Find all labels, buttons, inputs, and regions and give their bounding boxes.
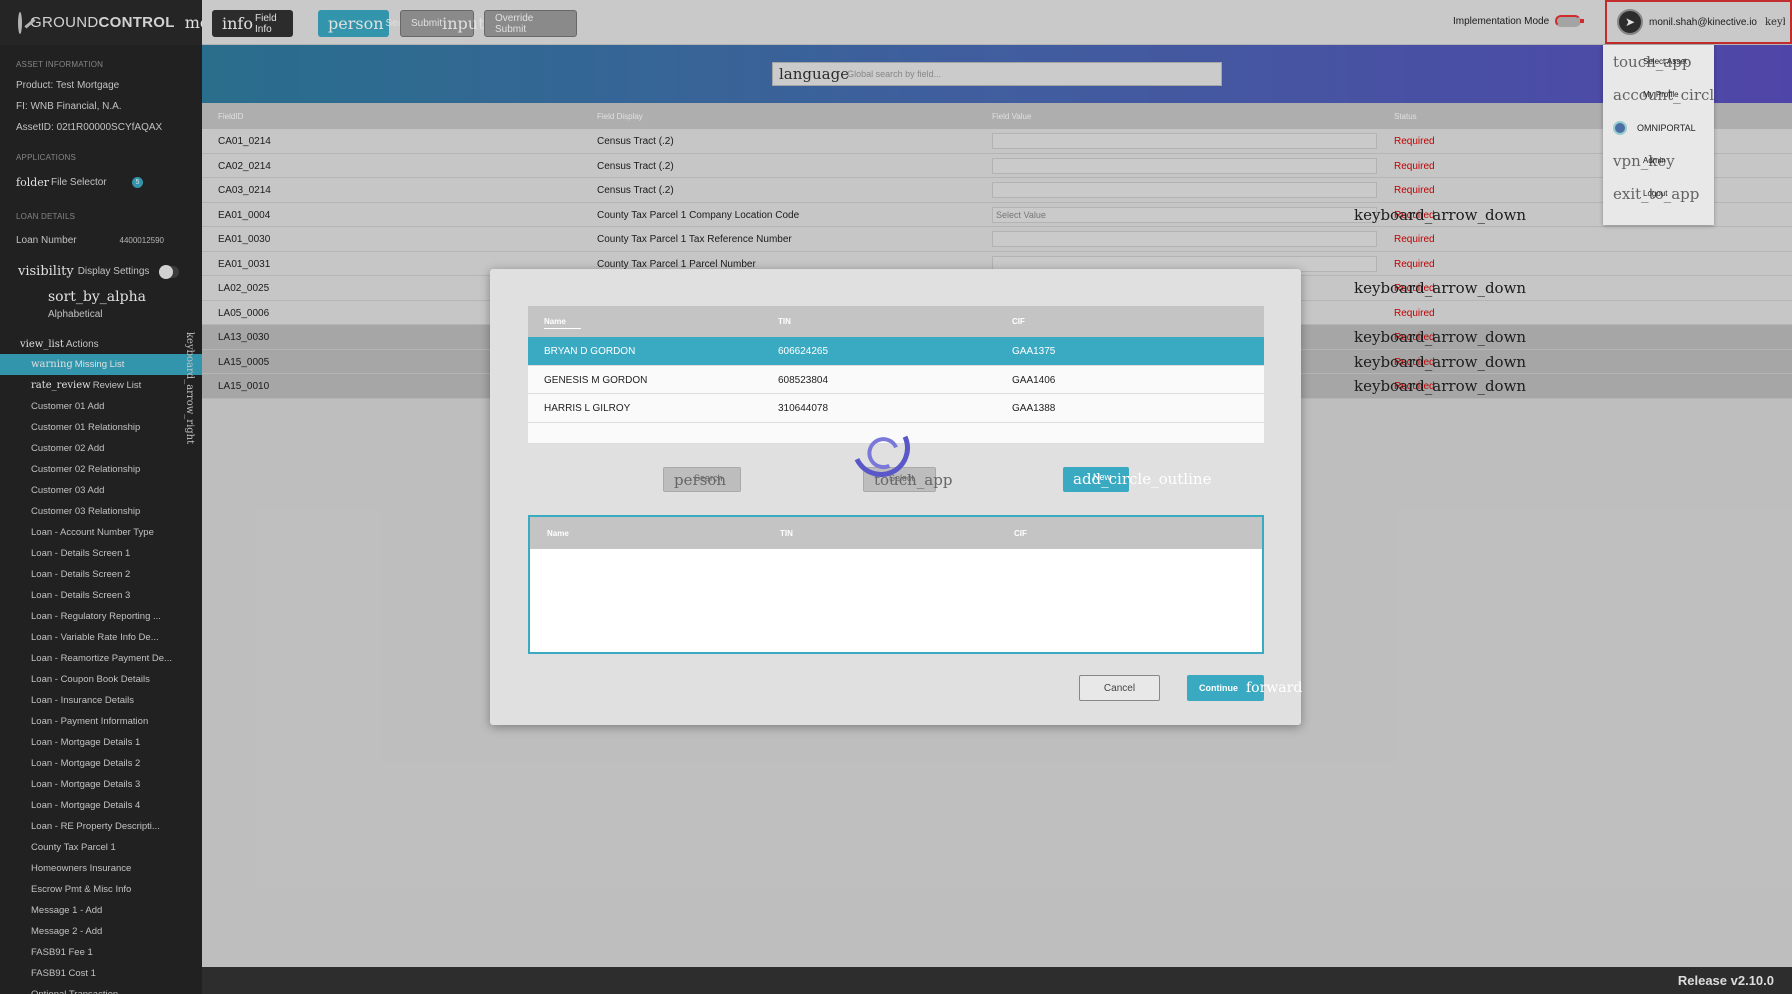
menu-item-label: My Profile — [1643, 90, 1679, 99]
results-rows: BRYAN D GORDON 606624265 GAA1375 GENESIS M … — [528, 337, 1264, 423]
modal-new-button[interactable]: add_circle_outline New — [1063, 467, 1211, 492]
results-header: Name TIN CIF — [528, 306, 1264, 337]
result-cif: GAA1388 — [1012, 403, 1056, 414]
menu-item-logout[interactable]: exit_to_app Logout — [1603, 177, 1714, 210]
selected-header-tin: TIN — [780, 529, 793, 538]
result-cif: GAA1406 — [1012, 374, 1056, 386]
menu-item-my-profile[interactable]: account_circle My Profile — [1603, 78, 1714, 111]
selected-header-name: Name — [547, 529, 569, 538]
release-version: Release v2.10.0 — [1677, 973, 1774, 988]
results-header-name[interactable]: Name — [544, 317, 581, 329]
customer-search-modal: Name TIN CIF BRYAN D GORDON 606624265 GAA1… — [490, 269, 1302, 725]
modal-search-label: Search — [694, 473, 723, 483]
result-name: BRYAN D GORDON — [544, 346, 636, 357]
menu-item-label: Select Asset — [1643, 57, 1688, 66]
results-header-cif: CIF — [1012, 317, 1025, 326]
user-dropdown-menu: touch_app Select Asset account_circle My Pr… — [1603, 45, 1714, 225]
menu-item-omniportal[interactable]: OMNIPORTAL — [1603, 111, 1714, 144]
selected-header-cif: CIF — [1014, 529, 1027, 538]
result-tin: 606624265 — [778, 346, 829, 357]
omniportal-icon — [1613, 120, 1627, 135]
result-row[interactable]: GENESIS M GORDON 608523804 GAA1406 — [528, 365, 1264, 394]
result-row[interactable]: HARRIS L GILROY 310644078 GAA1388 — [528, 394, 1264, 423]
modal-new-label: New — [1093, 472, 1112, 482]
result-name: HARRIS L GILROY — [544, 403, 631, 414]
cancel-button[interactable]: Cancel — [1079, 675, 1160, 701]
result-tin: 608523804 — [778, 374, 829, 386]
continue-button[interactable]: Continue forward — [1187, 675, 1302, 701]
result-cif: GAA1375 — [1012, 346, 1056, 357]
result-row[interactable]: BRYAN D GORDON 606624265 GAA1375 — [528, 337, 1264, 366]
modal-search-button[interactable]: person Search — [663, 467, 741, 492]
selected-customers-table: Name TIN CIF — [528, 515, 1264, 654]
forward-icon: forward — [1246, 680, 1303, 696]
result-name: GENESIS M GORDON — [544, 374, 648, 386]
menu-item-label: Logout — [1643, 189, 1668, 198]
selected-header: Name TIN CIF — [530, 517, 1262, 549]
continue-label: Continue — [1199, 683, 1238, 693]
menu-item-admin[interactable]: vpn_key Admin — [1603, 144, 1714, 177]
menu-item-label: Admin — [1643, 156, 1666, 165]
footer-bar: Release v2.10.0 — [202, 967, 1792, 994]
result-tin: 310644078 — [778, 403, 829, 414]
menu-item-label: OMNIPORTAL — [1637, 122, 1696, 133]
menu-item-select-asset[interactable]: touch_app Select Asset — [1603, 45, 1714, 78]
results-header-tin: TIN — [778, 317, 791, 326]
